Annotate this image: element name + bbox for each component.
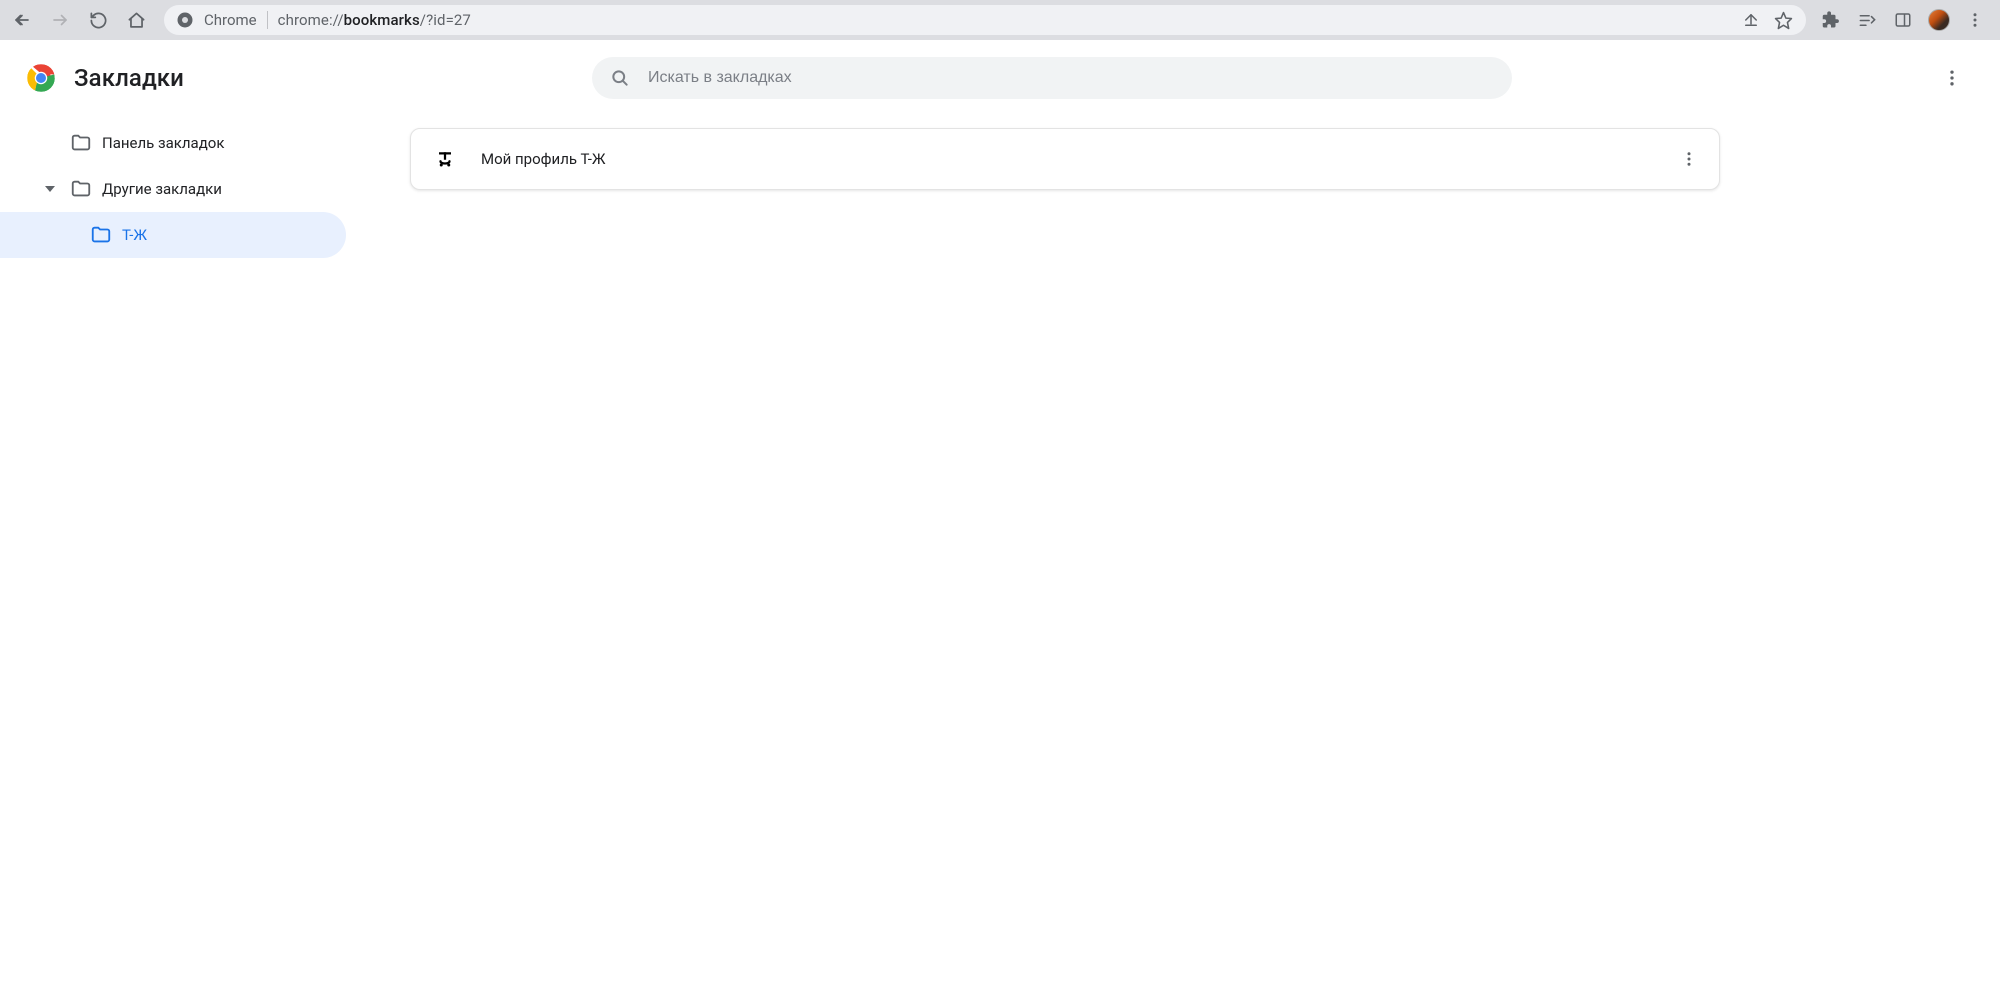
more-vert-icon: [1680, 150, 1698, 168]
address-bar[interactable]: Chrome chrome://bookmarks/?id=27: [164, 5, 1806, 35]
browser-menu-button[interactable]: [1964, 9, 1986, 31]
sidebar: ▸ Панель закладок Другие закладки ▸ Т-Ж: [0, 116, 350, 997]
home-icon: [127, 11, 146, 30]
toolbar-right: [1820, 9, 1992, 31]
share-icon: [1742, 11, 1760, 29]
bookmark-more-button[interactable]: [1671, 141, 1707, 177]
reload-button[interactable]: [84, 6, 112, 34]
puzzle-icon: [1822, 11, 1840, 29]
page-title: Закладки: [74, 64, 184, 92]
forward-button[interactable]: [46, 6, 74, 34]
reading-list-button[interactable]: [1856, 9, 1878, 31]
app-header: Закладки: [0, 40, 2000, 116]
app-body: ▸ Панель закладок Другие закладки ▸ Т-Ж: [0, 116, 2000, 997]
home-button[interactable]: [122, 6, 150, 34]
search-container: [592, 57, 1512, 99]
star-icon: [1774, 11, 1793, 30]
side-panel-icon: [1894, 11, 1912, 29]
reading-list-icon: [1858, 11, 1877, 30]
more-vert-icon: [1942, 68, 1962, 88]
expand-arrow-icon[interactable]: [40, 184, 60, 194]
address-site-label: Chrome: [204, 11, 257, 29]
sidebar-item-tj[interactable]: ▸ Т-Ж: [0, 212, 346, 258]
search-input[interactable]: [648, 69, 1494, 87]
bookmark-item[interactable]: Мой профиль Т-Ж: [410, 128, 1720, 190]
extensions-button[interactable]: [1820, 9, 1842, 31]
search-icon: [610, 68, 630, 88]
sidebar-item-label: Т-Ж: [122, 226, 147, 244]
reload-icon: [89, 11, 108, 30]
bookmark-star-button[interactable]: [1772, 9, 1794, 31]
overflow-menu-button[interactable]: [1932, 58, 1972, 98]
address-url: chrome://bookmarks/?id=27: [278, 11, 471, 29]
folder-icon: [90, 224, 112, 246]
back-button[interactable]: [8, 6, 36, 34]
sidebar-item-bookmarks-bar[interactable]: ▸ Панель закладок: [0, 120, 346, 166]
side-panel-button[interactable]: [1892, 9, 1914, 31]
url-prefix: chrome://: [278, 11, 344, 29]
bookmark-title: Мой профиль Т-Ж: [481, 150, 1645, 168]
folder-icon: [70, 178, 92, 200]
search-box[interactable]: [592, 57, 1512, 99]
more-vert-icon: [1966, 11, 1984, 29]
address-separator: [267, 11, 268, 29]
chrome-logo-icon: [26, 63, 56, 93]
sidebar-item-label: Другие закладки: [102, 180, 222, 198]
sidebar-item-label: Панель закладок: [102, 134, 224, 152]
browser-toolbar: Chrome chrome://bookmarks/?id=27: [0, 0, 2000, 40]
share-button[interactable]: [1740, 9, 1762, 31]
site-info-icon: [176, 11, 194, 29]
arrow-right-icon: [51, 11, 69, 29]
profile-avatar[interactable]: [1928, 9, 1950, 31]
sidebar-item-other-bookmarks[interactable]: Другие закладки: [0, 166, 346, 212]
bookmark-list: Мой профиль Т-Ж: [350, 116, 2000, 997]
bookmark-favicon: [435, 149, 455, 169]
url-bold: bookmarks: [344, 11, 420, 29]
arrow-left-icon: [13, 11, 31, 29]
url-suffix: /?id=27: [420, 11, 471, 29]
folder-icon: [70, 132, 92, 154]
